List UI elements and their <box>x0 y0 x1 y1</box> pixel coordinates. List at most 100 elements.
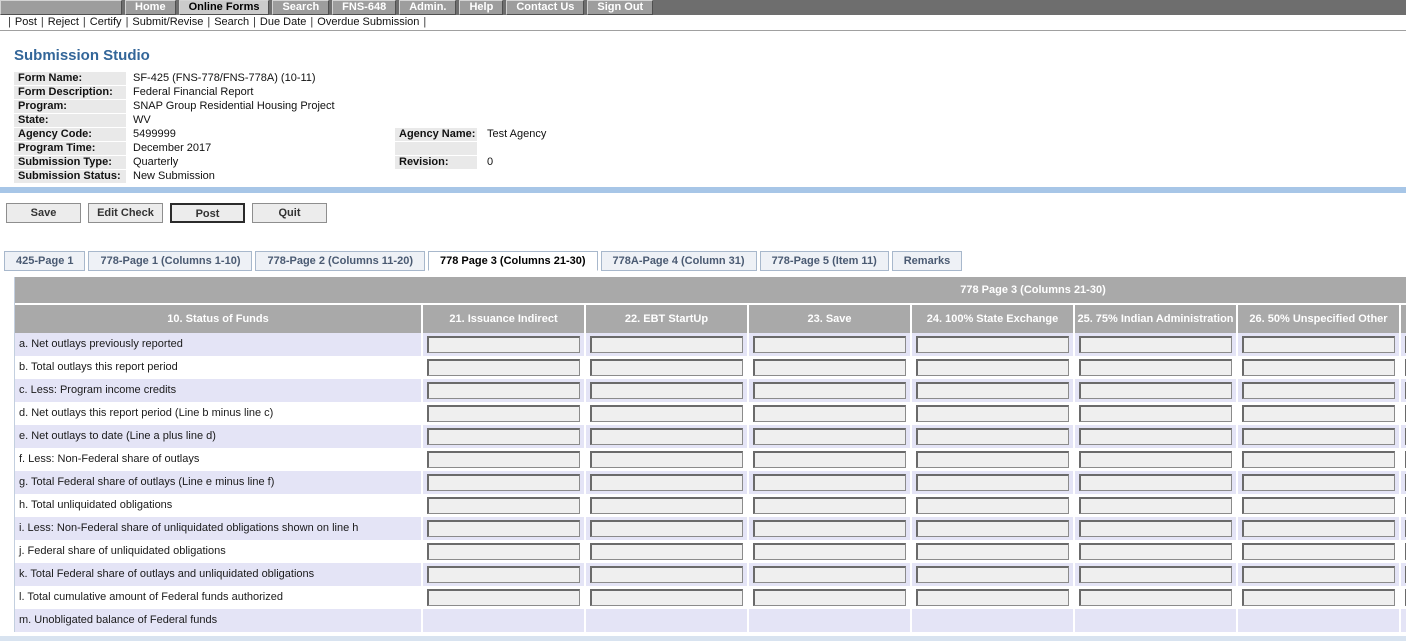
cell-input[interactable] <box>753 428 906 445</box>
cell-input[interactable] <box>590 474 743 491</box>
cell-input[interactable] <box>1079 451 1232 468</box>
cell-input[interactable] <box>427 520 580 537</box>
cell-input[interactable] <box>1079 566 1232 583</box>
cell-input[interactable] <box>753 543 906 560</box>
cell-input[interactable] <box>590 543 743 560</box>
nav-item-help[interactable]: Help <box>459 0 503 15</box>
cell-input[interactable] <box>1242 405 1395 422</box>
subnav-item-reject[interactable]: Reject <box>48 16 79 28</box>
nav-item-search[interactable]: Search <box>272 0 329 15</box>
cell-input[interactable] <box>753 405 906 422</box>
cell-input[interactable] <box>427 543 580 560</box>
cell-input[interactable] <box>1079 543 1232 560</box>
cell-input[interactable] <box>427 359 580 376</box>
cell-input[interactable] <box>916 474 1069 491</box>
tab-778-page-2-columns-11-20[interactable]: 778-Page 2 (Columns 11-20) <box>255 251 425 271</box>
cell-input[interactable] <box>916 497 1069 514</box>
cell-input[interactable] <box>590 382 743 399</box>
cell-input[interactable] <box>1079 382 1232 399</box>
subnav-item-due-date[interactable]: Due Date <box>260 16 306 28</box>
cell-input[interactable] <box>427 405 580 422</box>
nav-item-sign-out[interactable]: Sign Out <box>587 0 653 15</box>
cell-input[interactable] <box>1242 382 1395 399</box>
cell-input[interactable] <box>1242 336 1395 353</box>
cell-input[interactable] <box>753 520 906 537</box>
cell-input[interactable] <box>1079 428 1232 445</box>
cell-input[interactable] <box>1079 520 1232 537</box>
nav-item-fns-648[interactable]: FNS-648 <box>332 0 396 15</box>
cell-input[interactable] <box>427 589 580 606</box>
cell-input[interactable] <box>1242 589 1395 606</box>
cell-input[interactable] <box>590 451 743 468</box>
cell-input[interactable] <box>916 405 1069 422</box>
cell-input[interactable] <box>590 359 743 376</box>
cell-input[interactable] <box>916 428 1069 445</box>
cell-input[interactable] <box>427 474 580 491</box>
subnav-item-search[interactable]: Search <box>214 16 249 28</box>
cell-input[interactable] <box>1242 520 1395 537</box>
cell-input[interactable] <box>427 451 580 468</box>
subnav-item-certify[interactable]: Certify <box>90 16 122 28</box>
cell-input[interactable] <box>916 336 1069 353</box>
cell-input[interactable] <box>590 497 743 514</box>
cell-input[interactable] <box>1242 451 1395 468</box>
cell-input[interactable] <box>753 359 906 376</box>
cell-input[interactable] <box>753 589 906 606</box>
cell-input[interactable] <box>590 428 743 445</box>
tab-425-page-1[interactable]: 425-Page 1 <box>4 251 85 271</box>
cell-input[interactable] <box>753 451 906 468</box>
cell-input[interactable] <box>1242 474 1395 491</box>
cell-input[interactable] <box>1079 405 1232 422</box>
nav-item-online-forms[interactable]: Online Forms <box>179 0 270 15</box>
quit-button[interactable]: Quit <box>252 203 327 223</box>
tab-remarks[interactable]: Remarks <box>892 251 962 271</box>
cell-input[interactable] <box>1242 359 1395 376</box>
cell-input[interactable] <box>753 497 906 514</box>
cell-input[interactable] <box>916 566 1069 583</box>
cell-input[interactable] <box>753 382 906 399</box>
cell-input[interactable] <box>590 566 743 583</box>
cell-input[interactable] <box>590 589 743 606</box>
subnav-item-overdue-submission[interactable]: Overdue Submission <box>317 16 419 28</box>
subnav-item-post[interactable]: Post <box>15 16 37 28</box>
grid-cell <box>747 563 910 586</box>
cell-input[interactable] <box>916 589 1069 606</box>
cell-input[interactable] <box>427 382 580 399</box>
tab-778-page-5-item-11[interactable]: 778-Page 5 (Item 11) <box>760 251 889 271</box>
tab-778a-page-4-column-31[interactable]: 778A-Page 4 (Column 31) <box>601 251 757 271</box>
tab-778-page-3-columns-21-30[interactable]: 778 Page 3 (Columns 21-30) <box>428 251 598 271</box>
cell-input[interactable] <box>1242 566 1395 583</box>
subnav-item-submit-revise[interactable]: Submit/Revise <box>132 16 203 28</box>
cell-input[interactable] <box>916 359 1069 376</box>
save-button[interactable]: Save <box>6 203 81 223</box>
cell-input[interactable] <box>916 382 1069 399</box>
nav-item-contact-us[interactable]: Contact Us <box>506 0 584 15</box>
nav-item-admin[interactable]: Admin. <box>399 0 456 15</box>
cell-input[interactable] <box>916 520 1069 537</box>
nav-item-home[interactable]: Home <box>125 0 176 15</box>
cell-input[interactable] <box>427 566 580 583</box>
cell-input[interactable] <box>1079 474 1232 491</box>
cell-input[interactable] <box>753 566 906 583</box>
cell-input[interactable] <box>753 474 906 491</box>
cell-input[interactable] <box>753 336 906 353</box>
cell-input[interactable] <box>590 336 743 353</box>
cell-input[interactable] <box>1079 589 1232 606</box>
cell-input[interactable] <box>427 428 580 445</box>
cell-input[interactable] <box>1242 543 1395 560</box>
cell-input[interactable] <box>590 405 743 422</box>
cell-input[interactable] <box>590 520 743 537</box>
post-button[interactable]: Post <box>170 203 245 223</box>
cell-input[interactable] <box>1242 497 1395 514</box>
cell-input[interactable] <box>1079 359 1232 376</box>
tab-778-page-1-columns-1-10[interactable]: 778-Page 1 (Columns 1-10) <box>88 251 252 271</box>
edit-check-button[interactable]: Edit Check <box>88 203 163 223</box>
cell-input[interactable] <box>1079 497 1232 514</box>
cell-input[interactable] <box>1242 428 1395 445</box>
grid-cell <box>910 356 1073 379</box>
cell-input[interactable] <box>916 451 1069 468</box>
cell-input[interactable] <box>1079 336 1232 353</box>
cell-input[interactable] <box>916 543 1069 560</box>
cell-input[interactable] <box>427 336 580 353</box>
cell-input[interactable] <box>427 497 580 514</box>
